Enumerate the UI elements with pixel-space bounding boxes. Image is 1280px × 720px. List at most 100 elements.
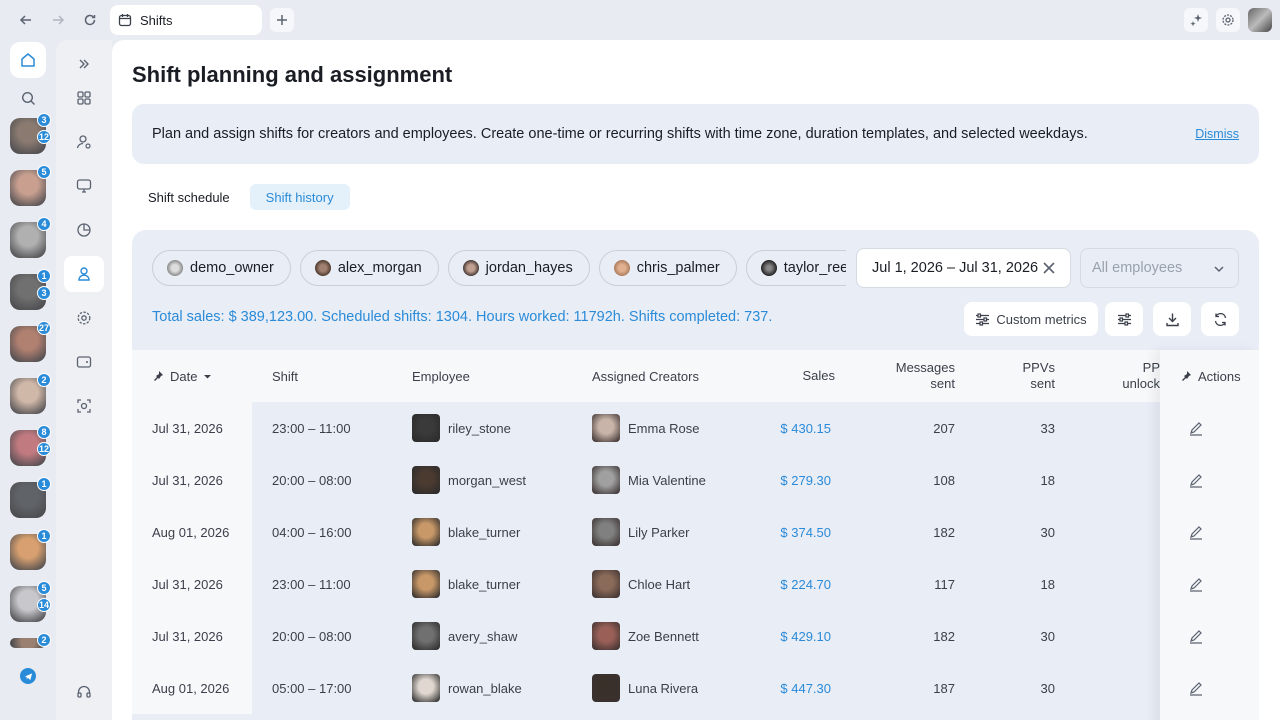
edit-icon[interactable] [1188, 628, 1204, 644]
header-label: unlock [1122, 376, 1160, 391]
date-column-header[interactable]: Date [152, 350, 212, 402]
telegram-icon[interactable] [20, 668, 36, 684]
subtabs: Shift schedule Shift history [132, 184, 350, 210]
creator-name: Lily Parker [628, 524, 690, 540]
table-row[interactable]: Jul 31, 2026 23:00 – 11:00 riley_stone Emma… [132, 402, 1259, 454]
totals-summary: Total sales: $ 389,123.00. Scheduled shi… [152, 309, 773, 325]
creator-name: Zoe Bennett [628, 628, 699, 644]
table-row[interactable]: Aug 01, 2026 04:00 – 16:00 blake_turner Lil… [132, 506, 1259, 558]
edit-icon[interactable] [1188, 472, 1204, 488]
gear-icon[interactable] [64, 300, 104, 336]
employee-chip[interactable]: alex_morgan [299, 250, 439, 286]
browser-tab[interactable]: Shifts [110, 5, 262, 35]
shift-cell: 23:00 – 11:00 [272, 420, 351, 436]
monitor-icon[interactable] [64, 168, 104, 204]
edit-icon[interactable] [1188, 420, 1204, 436]
messages-cell: 182 [933, 524, 955, 540]
creator-avatar [592, 570, 620, 598]
columns-settings-button[interactable] [1105, 302, 1143, 336]
settings-icon[interactable] [1216, 8, 1240, 32]
count-badge: 3 [37, 113, 51, 127]
avatar [760, 260, 777, 276]
shifts-nav-icon[interactable] [64, 256, 104, 292]
edit-icon[interactable] [1188, 524, 1204, 540]
edit-icon[interactable] [1188, 680, 1204, 696]
new-tab-button[interactable] [270, 8, 294, 32]
chip-label: taylor_reed [783, 260, 846, 276]
employee-cell: blake_turner [412, 558, 520, 610]
search-icon[interactable] [18, 88, 38, 108]
table-row[interactable]: Aug 01, 2026 05:00 – 17:00 rowan_blake Luna… [132, 662, 1259, 714]
avatar [613, 260, 630, 276]
employee-chip[interactable]: taylor_reed [745, 250, 846, 286]
home-icon[interactable] [10, 42, 46, 78]
tab-shift-schedule[interactable]: Shift schedule [132, 184, 246, 210]
messages-cell: 207 [933, 420, 955, 436]
dashboard-icon[interactable] [64, 80, 104, 116]
employee-chip[interactable]: demo_owner [152, 250, 291, 286]
date-cell: Aug 01, 2026 [132, 506, 252, 558]
wallet-icon[interactable] [64, 344, 104, 380]
sales-cell: $ 447.30 [780, 680, 831, 696]
history-panel: demo_owner alex_morgan jordan_hayes chri… [132, 230, 1259, 720]
close-icon[interactable] [1040, 259, 1058, 277]
analytics-icon[interactable] [64, 212, 104, 248]
messages-cell: 187 [933, 680, 955, 696]
employee-chip[interactable]: chris_palmer [598, 250, 737, 286]
employee-avatar [412, 466, 440, 494]
creator-avatar [592, 674, 620, 702]
shift-column-header[interactable]: Shift [272, 350, 298, 402]
creator-avatar [592, 518, 620, 546]
employees-select-value: All employees [1092, 260, 1183, 276]
sparkle-icon[interactable] [1184, 8, 1208, 32]
date-cell: Jul 31, 2026 [132, 610, 252, 662]
page-title: Shift planning and assignment [132, 62, 453, 87]
avatar [167, 260, 183, 276]
employee-chip[interactable]: jordan_hayes [447, 250, 590, 286]
avatar [314, 260, 331, 276]
forward-icon[interactable] [48, 10, 68, 30]
creator-cell: Chloe Hart [592, 558, 690, 610]
count-badge: 3 [37, 286, 51, 300]
banner-text: Plan and assign shifts for creators and … [152, 126, 1088, 142]
ppv-unlocked-column-header[interactable]: PP unlock [1072, 350, 1160, 402]
table-row[interactable]: Jul 31, 2026 20:00 – 08:00 morgan_west Mia … [132, 454, 1259, 506]
ppvs-cell: 30 [1040, 524, 1055, 540]
ppvs-column-header[interactable]: PPVs sent [972, 350, 1055, 402]
reload-icon[interactable] [80, 10, 100, 30]
header-label: Messages [895, 360, 955, 375]
count-badge: 1 [37, 269, 51, 283]
support-icon[interactable] [64, 674, 104, 710]
employee-cell: riley_stone [412, 402, 511, 454]
custom-metrics-button[interactable]: Custom metrics [964, 302, 1098, 336]
download-button[interactable] [1153, 302, 1191, 336]
employee-avatar [412, 622, 440, 650]
scan-icon[interactable] [64, 388, 104, 424]
sales-column-header[interactable]: Sales [752, 350, 835, 402]
dismiss-link[interactable]: Dismiss [1195, 127, 1239, 141]
employees-select[interactable]: All employees [1080, 248, 1239, 288]
table-row[interactable]: Jul 31, 2026 23:00 – 11:00 blake_turner Chl… [132, 558, 1259, 610]
table-row[interactable]: Jul 31, 2026 20:00 – 08:00 avery_shaw Zoe B… [132, 610, 1259, 662]
edit-icon[interactable] [1188, 576, 1204, 592]
messages-column-header[interactable]: Messages sent [872, 350, 955, 402]
creators-column-header[interactable]: Assigned Creators [592, 350, 699, 402]
main-nav [56, 40, 112, 720]
back-icon[interactable] [16, 10, 36, 30]
calendar-icon [118, 14, 132, 27]
count-badge: 12 [37, 130, 51, 144]
employee-name: blake_turner [448, 576, 521, 592]
chevron-down-icon [1214, 266, 1224, 273]
employee-cell: blake_turner [412, 506, 520, 558]
tab-shift-history[interactable]: Shift history [249, 184, 350, 210]
user-avatar[interactable] [1248, 8, 1272, 32]
expand-nav-icon[interactable] [64, 46, 104, 82]
date-range-value: Jul 1, 2026 – Jul 31, 2026 [872, 260, 1039, 276]
sliders-icon [976, 312, 990, 326]
employee-avatar [412, 570, 440, 598]
refresh-button[interactable] [1201, 302, 1239, 336]
employee-column-header[interactable]: Employee [412, 350, 470, 402]
custom-metrics-label: Custom metrics [996, 311, 1087, 327]
user-settings-icon[interactable] [64, 124, 104, 160]
date-range-picker[interactable]: Jul 1, 2026 – Jul 31, 2026 [856, 248, 1071, 288]
